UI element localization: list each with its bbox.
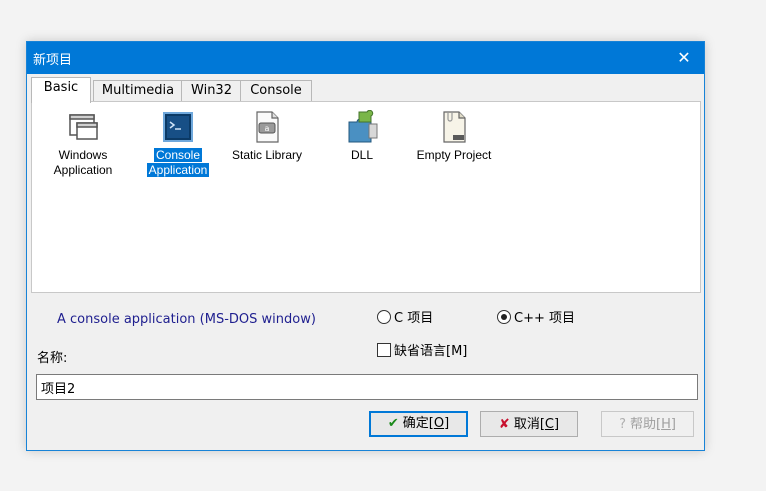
template-empty-project[interactable]: Empty Project: [414, 110, 494, 163]
template-label-line1: Static Library: [231, 148, 303, 162]
dll-icon: [345, 109, 379, 144]
template-list: Windows Application Console Application: [31, 101, 701, 293]
template-dll[interactable]: DLL: [322, 109, 402, 163]
radio-button-selected[interactable]: [497, 310, 511, 324]
tab-basic[interactable]: Basic: [31, 77, 91, 103]
cancel-button-label-end: ]: [553, 417, 560, 432]
default-language-checkbox[interactable]: 缺省语言[M]: [377, 340, 467, 359]
template-static-library[interactable]: a Static Library: [227, 110, 307, 163]
tab-multimedia[interactable]: Multimedia: [93, 80, 183, 101]
static-library-icon: a: [250, 110, 284, 144]
windows-application-icon: [66, 110, 100, 144]
template-label-line1: Empty Project: [416, 148, 492, 162]
ok-button[interactable]: ✔ 确定[O]: [369, 411, 468, 437]
cancel-button-label: 取消[: [513, 417, 545, 432]
svg-text:a: a: [265, 124, 270, 133]
radio-label: C 项目: [394, 311, 434, 326]
project-name-input[interactable]: [36, 374, 698, 400]
template-label-line1: Windows: [58, 148, 108, 162]
help-button-label: 帮助[: [629, 417, 662, 432]
template-windows-application[interactable]: Windows Application: [43, 110, 123, 178]
template-label-line1: Console: [153, 148, 203, 162]
cancel-button-accelerator: C: [544, 417, 554, 432]
window-title: 新项目: [33, 53, 73, 68]
close-icon[interactable]: ✕: [664, 42, 704, 74]
console-application-icon: [161, 110, 195, 144]
template-label-line2: Application: [146, 163, 210, 177]
new-project-dialog: 新项目 ✕ Basic Multimedia Win32 Console Win…: [26, 41, 705, 451]
ok-button-label: 确定[: [402, 416, 434, 431]
help-button-accelerator: H: [661, 417, 671, 432]
radio-cpp-project[interactable]: C++ 项目: [497, 307, 575, 326]
tab-win32[interactable]: Win32: [181, 80, 242, 101]
help-question-icon: ?: [619, 417, 626, 432]
ok-button-accelerator: O: [433, 416, 445, 431]
cross-icon: ✘: [498, 417, 510, 432]
checkbox-box[interactable]: [377, 343, 391, 357]
radio-label: C++ 项目: [514, 311, 575, 326]
empty-project-icon: [437, 110, 471, 144]
title-bar[interactable]: 新项目 ✕: [27, 42, 704, 74]
ok-button-label-end: ]: [444, 416, 450, 431]
name-label: 名称:: [37, 351, 68, 366]
template-label-line2: Application: [53, 163, 113, 177]
cancel-button[interactable]: ✘ 取消[C]: [480, 411, 578, 437]
template-label-line1: DLL: [350, 148, 373, 162]
help-button-label-end: ]: [670, 417, 676, 432]
template-description: A console application (MS-DOS window): [57, 312, 316, 327]
radio-button[interactable]: [377, 310, 391, 324]
radio-c-project[interactable]: C 项目: [377, 307, 433, 326]
help-button[interactable]: ? 帮助[H]: [601, 411, 694, 437]
template-console-application[interactable]: Console Application: [138, 110, 218, 178]
checkbox-label: 缺省语言[M]: [394, 344, 468, 359]
checkmark-icon: ✔: [387, 416, 399, 431]
tab-console[interactable]: Console: [240, 80, 312, 101]
